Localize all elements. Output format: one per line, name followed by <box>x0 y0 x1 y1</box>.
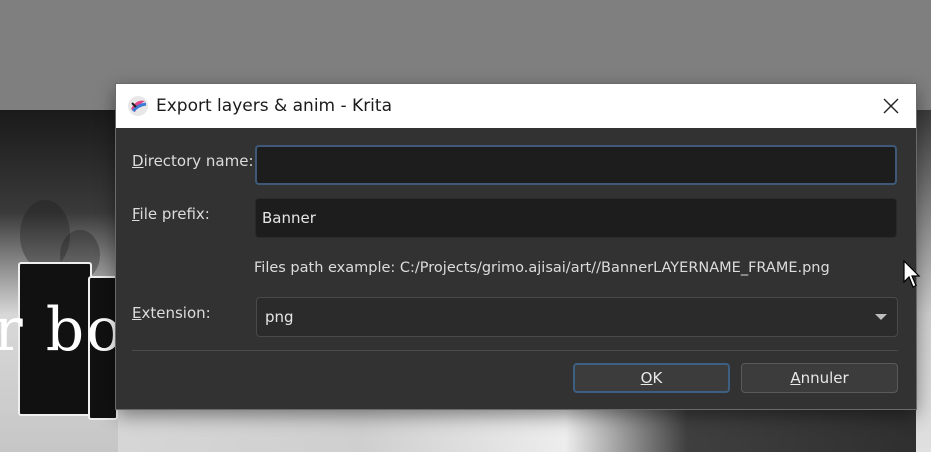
mouse-cursor-icon <box>903 260 921 288</box>
title-bar: Export layers & anim - Krita <box>116 84 916 128</box>
close-button[interactable] <box>866 84 916 128</box>
chevron-down-icon <box>875 314 887 320</box>
divider <box>132 350 898 351</box>
directory-name-label: Directory name: <box>132 152 254 170</box>
artwork-bottom <box>118 408 931 452</box>
extension-label: Extension: <box>132 304 211 322</box>
ok-button[interactable]: OK <box>573 363 730 393</box>
cancel-button[interactable]: Annuler <box>741 363 898 393</box>
close-icon <box>883 98 899 114</box>
path-example-text: Files path example: C:/Projects/grimo.aj… <box>254 260 830 276</box>
extension-select[interactable]: png <box>256 297 898 337</box>
directory-name-input[interactable] <box>255 145 897 185</box>
export-dialog: Export layers & anim - Krita Directory n… <box>116 84 916 409</box>
extension-value: png <box>265 308 294 326</box>
artwork-text: r bo <box>0 295 125 365</box>
file-prefix-label: File prefix: <box>132 205 210 223</box>
file-prefix-input[interactable] <box>255 198 897 238</box>
window-title: Export layers & anim - Krita <box>156 96 392 116</box>
krita-icon <box>128 96 148 116</box>
